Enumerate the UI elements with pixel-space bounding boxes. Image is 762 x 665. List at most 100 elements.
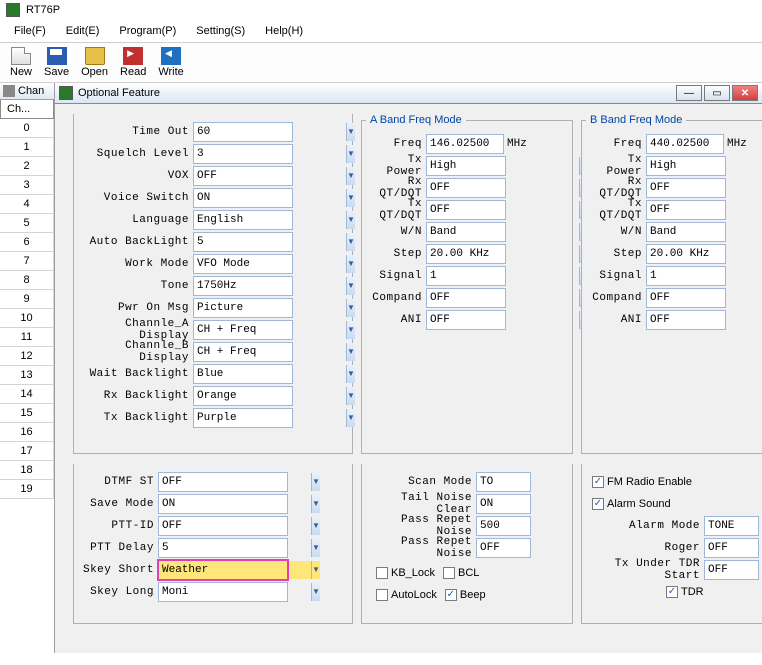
combo-ptt-delay[interactable]: ▼ <box>158 538 288 558</box>
combo-input[interactable] <box>705 539 762 557</box>
combo-channle-b-display[interactable]: ▼ <box>193 342 293 362</box>
combo-tx-under-tdr-start[interactable]: ▼ <box>704 560 759 580</box>
combo-step[interactable]: ▼ <box>426 244 506 264</box>
menu-item[interactable]: File(F) <box>4 22 56 40</box>
chevron-down-icon[interactable]: ▼ <box>346 321 355 339</box>
combo-signal[interactable]: ▼ <box>646 266 726 286</box>
combo-tx-backlight[interactable]: ▼ <box>193 408 293 428</box>
combo-w-n[interactable]: ▼ <box>646 222 726 242</box>
combo-tx-qt-dqt[interactable]: ▼ <box>646 200 726 220</box>
chevron-down-icon[interactable]: ▼ <box>346 255 355 273</box>
channel-row[interactable]: 0 <box>0 119 54 138</box>
chevron-down-icon[interactable]: ▼ <box>346 387 355 405</box>
combo-tx-power[interactable]: ▼ <box>426 156 506 176</box>
combo-w-n[interactable]: ▼ <box>426 222 506 242</box>
toolbar-save[interactable]: Save <box>38 45 75 80</box>
channel-row[interactable]: 18 <box>0 461 54 480</box>
combo-input[interactable] <box>427 157 579 175</box>
combo-save-mode[interactable]: ▼ <box>158 494 288 514</box>
channel-row[interactable]: 17 <box>0 442 54 461</box>
combo-rx-qt-dqt[interactable]: ▼ <box>646 178 726 198</box>
channel-row[interactable]: 11 <box>0 328 54 347</box>
combo-input[interactable] <box>647 267 762 285</box>
combo-input[interactable] <box>194 299 346 317</box>
combo-input[interactable] <box>194 321 346 339</box>
toolbar-new[interactable]: New <box>4 45 38 80</box>
combo-input[interactable] <box>194 189 346 207</box>
channel-row[interactable]: 13 <box>0 366 54 385</box>
combo-input[interactable] <box>194 145 346 163</box>
combo-input[interactable] <box>194 409 346 427</box>
checkbox-alarm-sound[interactable]: ✓Alarm Sound <box>592 498 671 510</box>
channel-row[interactable]: 14 <box>0 385 54 404</box>
combo-signal[interactable]: ▼ <box>426 266 506 286</box>
combo-tx-qt-dqt[interactable]: ▼ <box>426 200 506 220</box>
channel-row[interactable]: 3 <box>0 176 54 195</box>
combo-input[interactable] <box>647 223 762 241</box>
combo-ptt-id[interactable]: ▼ <box>158 516 288 536</box>
combo-input[interactable] <box>427 267 579 285</box>
checkbox-autolock[interactable]: AutoLock <box>376 589 437 601</box>
combo-input[interactable] <box>194 343 346 361</box>
checkbox-box[interactable]: ✓ <box>592 476 604 488</box>
combo-input[interactable] <box>427 201 579 219</box>
combo-ani[interactable]: ▼ <box>426 310 506 330</box>
combo-input[interactable] <box>194 123 346 141</box>
checkbox-box[interactable]: ✓ <box>592 498 604 510</box>
combo-wait-backlight[interactable]: ▼ <box>193 364 293 384</box>
combo-tx-power[interactable]: ▼ <box>646 156 726 176</box>
combo-vox[interactable]: ▼ <box>193 166 293 186</box>
combo-input[interactable] <box>427 311 579 329</box>
chevron-down-icon[interactable]: ▼ <box>311 495 320 513</box>
combo-tone[interactable]: ▼ <box>193 276 293 296</box>
chevron-down-icon[interactable]: ▼ <box>346 189 355 207</box>
combo-scan-mode[interactable]: ▼ <box>476 472 531 492</box>
checkbox-box[interactable]: ✓ <box>666 586 678 598</box>
chevron-down-icon[interactable]: ▼ <box>346 277 355 295</box>
combo-input[interactable] <box>647 179 762 197</box>
combo-dtmf-st[interactable]: ▼ <box>158 472 288 492</box>
toolbar-open[interactable]: Open <box>75 45 114 80</box>
channel-row[interactable]: 19 <box>0 480 54 499</box>
combo-alarm-mode[interactable]: ▼ <box>704 516 759 536</box>
freq-input[interactable] <box>646 134 724 154</box>
combo-pass-repet-noise[interactable]: ▼ <box>476 516 531 536</box>
channel-row[interactable]: 7 <box>0 252 54 271</box>
channel-row[interactable]: 6 <box>0 233 54 252</box>
combo-input[interactable] <box>427 245 579 263</box>
channel-row[interactable]: 5 <box>0 214 54 233</box>
chevron-down-icon[interactable]: ▼ <box>311 517 320 535</box>
combo-work-mode[interactable]: ▼ <box>193 254 293 274</box>
combo-input[interactable] <box>705 561 762 579</box>
combo-squelch-level[interactable]: ▼ <box>193 144 293 164</box>
combo-compand[interactable]: ▼ <box>426 288 506 308</box>
restore-button[interactable]: ▭ <box>704 85 730 101</box>
combo-roger[interactable]: ▼ <box>704 538 759 558</box>
combo-input[interactable] <box>194 365 346 383</box>
combo-input[interactable] <box>159 473 311 491</box>
combo-ani[interactable]: ▼ <box>646 310 726 330</box>
menu-item[interactable]: Edit(E) <box>56 22 110 40</box>
combo-rx-backlight[interactable]: ▼ <box>193 386 293 406</box>
chevron-down-icon[interactable]: ▼ <box>311 473 320 491</box>
combo-input[interactable] <box>159 495 311 513</box>
combo-input[interactable] <box>194 211 346 229</box>
checkbox-bcl[interactable]: BCL <box>443 567 479 579</box>
channel-row[interactable]: 8 <box>0 271 54 290</box>
channel-row[interactable]: 16 <box>0 423 54 442</box>
checkbox-beep[interactable]: ✓Beep <box>445 589 486 601</box>
checkbox-box[interactable] <box>376 567 388 579</box>
toolbar-write[interactable]: Write <box>152 45 189 80</box>
checkbox-fm-radio-enable[interactable]: ✓FM Radio Enable <box>592 476 692 488</box>
combo-channle-a-display[interactable]: ▼ <box>193 320 293 340</box>
chevron-down-icon[interactable]: ▼ <box>311 583 320 601</box>
combo-input[interactable] <box>194 277 346 295</box>
combo-input[interactable] <box>647 311 762 329</box>
chevron-down-icon[interactable]: ▼ <box>311 539 320 557</box>
chevron-down-icon[interactable]: ▼ <box>346 365 355 383</box>
combo-language[interactable]: ▼ <box>193 210 293 230</box>
combo-input[interactable] <box>194 387 346 405</box>
combo-input[interactable] <box>194 255 346 273</box>
chevron-down-icon[interactable]: ▼ <box>311 561 320 579</box>
channel-row[interactable]: 9 <box>0 290 54 309</box>
